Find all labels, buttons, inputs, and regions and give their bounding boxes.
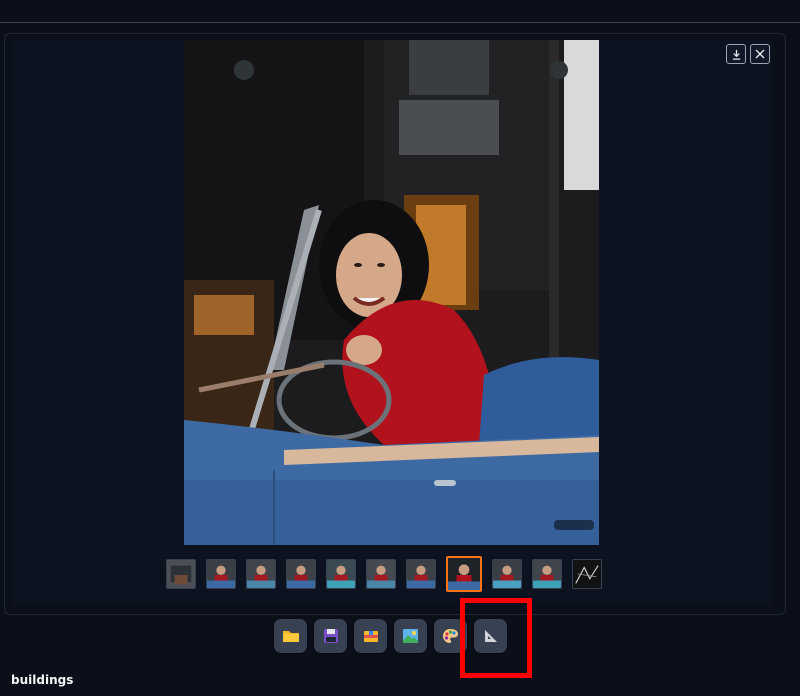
save-icon [323, 629, 338, 643]
footer-label: buildings [11, 673, 74, 687]
image-icon [403, 629, 418, 643]
thumbnail[interactable] [166, 559, 196, 589]
close-icon[interactable] [750, 44, 770, 64]
thumbnail[interactable] [492, 559, 522, 589]
thumbnail[interactable] [406, 559, 436, 589]
save-button[interactable] [314, 619, 347, 653]
thumbnail[interactable] [246, 559, 276, 589]
highlight-annotation [460, 598, 532, 678]
thumbnail[interactable] [366, 559, 396, 589]
thumbnail[interactable] [532, 559, 562, 589]
open-folder-button[interactable] [274, 619, 307, 653]
zip-archive-icon [363, 631, 378, 642]
folder-icon [282, 631, 299, 642]
thumbnail[interactable] [572, 559, 602, 589]
palette-icon [443, 629, 458, 643]
thumbnail-selected[interactable] [446, 556, 482, 592]
thumbnail[interactable] [326, 559, 356, 589]
top-bar [0, 0, 800, 23]
photo-woman-in-convertible [184, 40, 599, 545]
thumbnail[interactable] [206, 559, 236, 589]
thumbnail-strip [166, 556, 602, 592]
zip-button[interactable] [354, 619, 387, 653]
download-icon[interactable] [726, 44, 746, 64]
send-to-img2img-button[interactable] [394, 619, 427, 653]
thumbnail[interactable] [286, 559, 316, 589]
main-preview-image[interactable] [184, 40, 599, 545]
preview-controls [726, 44, 770, 64]
